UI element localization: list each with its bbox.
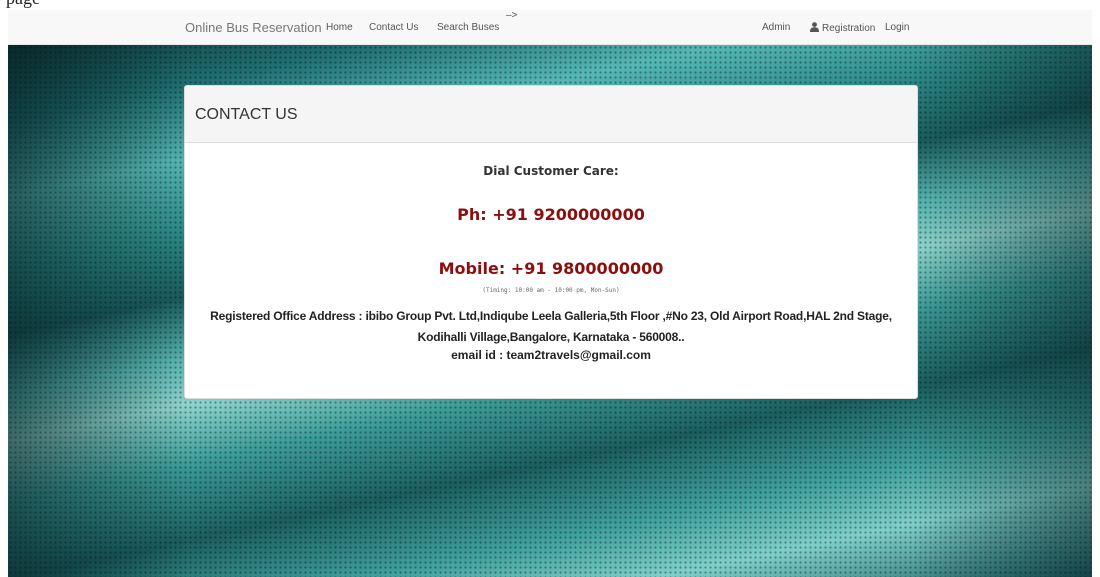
care-title: Dial Customer Care: (483, 164, 619, 178)
page-top-strip: page (0, 0, 1100, 10)
nav-arrow: –> (506, 10, 518, 21)
contact-panel: CONTACT US Dial Customer Care: Ph: +91 9… (184, 85, 918, 399)
nav-link-login[interactable]: Login (885, 22, 909, 33)
timing-note: (Timing: 10:00 am - 10:00 pm, Mon-Sun) (482, 287, 620, 294)
hero-shade-right (912, 45, 1092, 577)
nav-link-home[interactable]: Home (326, 22, 353, 33)
nav-brand[interactable]: Online Bus Reservation (185, 20, 322, 35)
phone-number: Ph: +91 9200000000 (457, 205, 645, 224)
hero-shade-left (8, 45, 188, 577)
nav-link-admin[interactable]: Admin (762, 22, 790, 33)
office-address: Registered Office Address : ibibo Group … (185, 306, 917, 348)
nav-link-registration[interactable]: Registration (810, 22, 875, 34)
panel-heading: CONTACT US (185, 86, 917, 143)
email-address: email id : team2travels@gmail.com (451, 348, 651, 362)
address-line-2: Kodihalli Village,Bangalore, Karnataka -… (417, 330, 685, 344)
page-caption: page (6, 0, 40, 9)
registration-label: Registration (822, 23, 876, 34)
mobile-number: Mobile: +91 9800000000 (438, 259, 664, 278)
nav-link-search-buses[interactable]: Search Buses (437, 22, 499, 33)
navbar: Online Bus Reservation Home Contact Us S… (8, 10, 1092, 45)
nav-link-contact-us[interactable]: Contact Us (369, 22, 418, 33)
user-icon (810, 22, 819, 32)
panel-title: CONTACT US (195, 106, 298, 123)
address-line-1: Registered Office Address : ibibo Group … (210, 309, 892, 323)
panel-body: Dial Customer Care: Ph: +91 9200000000 M… (185, 143, 917, 398)
